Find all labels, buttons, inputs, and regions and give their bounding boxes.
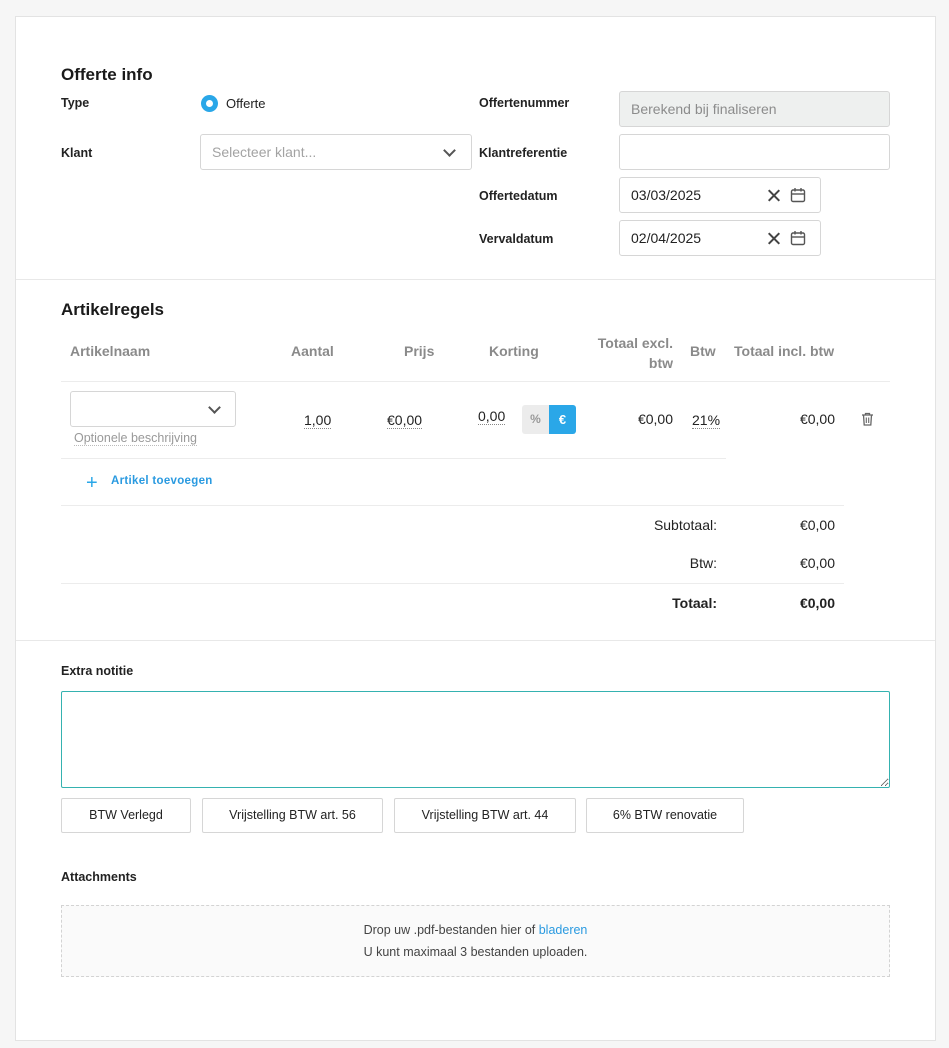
col-header-discount: Korting bbox=[489, 343, 539, 359]
vat-select[interactable]: 21% bbox=[692, 412, 721, 429]
quick-note-btw-verlegd-button[interactable]: BTW Verlegd bbox=[61, 798, 191, 833]
offer-form-card: Offerte info Type Offerte Klant Selectee… bbox=[15, 16, 936, 1041]
notes-label: Extra notitie bbox=[61, 664, 134, 678]
col-header-total-incl: Totaal incl. btw bbox=[734, 343, 835, 359]
offer-number-label: Offertenummer bbox=[479, 96, 570, 110]
type-radio-offerte[interactable] bbox=[201, 95, 218, 112]
offer-date-value: 03/03/2025 bbox=[631, 187, 702, 203]
chevron-down-icon bbox=[208, 401, 221, 414]
totals-divider bbox=[61, 583, 844, 584]
expiry-date-label: Vervaldatum bbox=[479, 232, 554, 246]
client-select[interactable]: Selecteer klant... bbox=[200, 134, 472, 170]
col-header-name: Artikelnaam bbox=[70, 343, 151, 359]
grand-total-value: €0,00 bbox=[799, 595, 835, 611]
section-title-lines: Artikelregels bbox=[61, 300, 164, 319]
quick-note-art44-button[interactable]: Vrijstelling BTW art. 44 bbox=[394, 798, 576, 833]
calendar-icon[interactable] bbox=[790, 187, 806, 203]
price-input[interactable]: €0,00 bbox=[387, 412, 423, 429]
col-header-vat: Btw bbox=[690, 343, 716, 359]
client-reference-input[interactable] bbox=[619, 134, 890, 170]
expiry-date-input[interactable]: 02/04/2025 bbox=[619, 220, 821, 256]
drop-text: Drop uw .pdf-bestanden hier of bbox=[363, 923, 536, 937]
col-header-total-excl-line2: btw bbox=[648, 355, 673, 371]
attachment-dropzone[interactable]: Drop uw .pdf-bestanden hier of bladeren … bbox=[61, 905, 890, 977]
row-total-excl: €0,00 bbox=[637, 411, 673, 427]
discount-input[interactable]: 0,00 bbox=[478, 408, 506, 425]
upload-limit-text: U kunt maximaal 3 bestanden uploaden. bbox=[363, 945, 588, 959]
vat-total-value: €0,00 bbox=[799, 555, 835, 571]
type-radio-label[interactable]: Offerte bbox=[226, 96, 266, 111]
clear-date-icon[interactable] bbox=[767, 232, 780, 245]
table-header-divider bbox=[61, 381, 890, 382]
grand-total-label: Totaal: bbox=[672, 595, 717, 611]
type-label: Type bbox=[61, 96, 90, 110]
col-header-price: Prijs bbox=[404, 343, 435, 359]
client-select-placeholder: Selecteer klant... bbox=[212, 144, 317, 160]
section-divider bbox=[16, 640, 935, 641]
col-header-qty: Aantal bbox=[291, 343, 334, 359]
notes-textarea[interactable] bbox=[61, 691, 890, 788]
row-total-incl: €0,00 bbox=[799, 411, 835, 427]
plus-icon: + bbox=[86, 472, 98, 494]
quick-note-art56-button[interactable]: Vrijstelling BTW art. 56 bbox=[202, 798, 383, 833]
offer-date-input[interactable]: 03/03/2025 bbox=[619, 177, 821, 213]
client-reference-label: Klantreferentie bbox=[479, 146, 568, 160]
qty-input[interactable]: 1,00 bbox=[304, 412, 332, 429]
discount-euro-toggle[interactable]: € bbox=[549, 405, 576, 434]
calendar-icon[interactable] bbox=[790, 230, 806, 246]
totals-divider bbox=[61, 505, 844, 506]
dropzone-line1: Drop uw .pdf-bestanden hier of bladeren bbox=[62, 919, 889, 941]
chevron-down-icon bbox=[443, 144, 456, 157]
subtotal-value: €0,00 bbox=[799, 517, 835, 533]
clear-date-icon[interactable] bbox=[767, 189, 780, 202]
vat-total-label: Btw: bbox=[689, 555, 717, 571]
col-header-total-excl-line1: Totaal excl. bbox=[597, 335, 673, 351]
browse-link[interactable]: bladeren bbox=[539, 923, 588, 937]
article-select[interactable] bbox=[70, 391, 236, 427]
trash-icon[interactable] bbox=[861, 412, 874, 426]
client-label: Klant bbox=[61, 146, 93, 160]
subtotal-label: Subtotaal: bbox=[653, 517, 717, 533]
offer-date-label: Offertedatum bbox=[479, 189, 558, 203]
col-header-total-excl: Totaal excl. btw bbox=[576, 333, 673, 373]
quick-note-renovatie-button[interactable]: 6% BTW renovatie bbox=[586, 798, 744, 833]
section-divider bbox=[16, 279, 935, 280]
row-divider bbox=[61, 458, 726, 459]
discount-percent-toggle[interactable]: % bbox=[522, 405, 549, 434]
attachments-label: Attachments bbox=[61, 870, 137, 884]
offer-number-field: Berekend bij finaliseren bbox=[619, 91, 890, 127]
section-title-offer-info: Offerte info bbox=[61, 65, 153, 84]
add-article-label: Artikel toevoegen bbox=[111, 475, 213, 487]
expiry-date-value: 02/04/2025 bbox=[631, 230, 702, 246]
description-input[interactable]: Optionele beschrijving bbox=[74, 431, 197, 446]
